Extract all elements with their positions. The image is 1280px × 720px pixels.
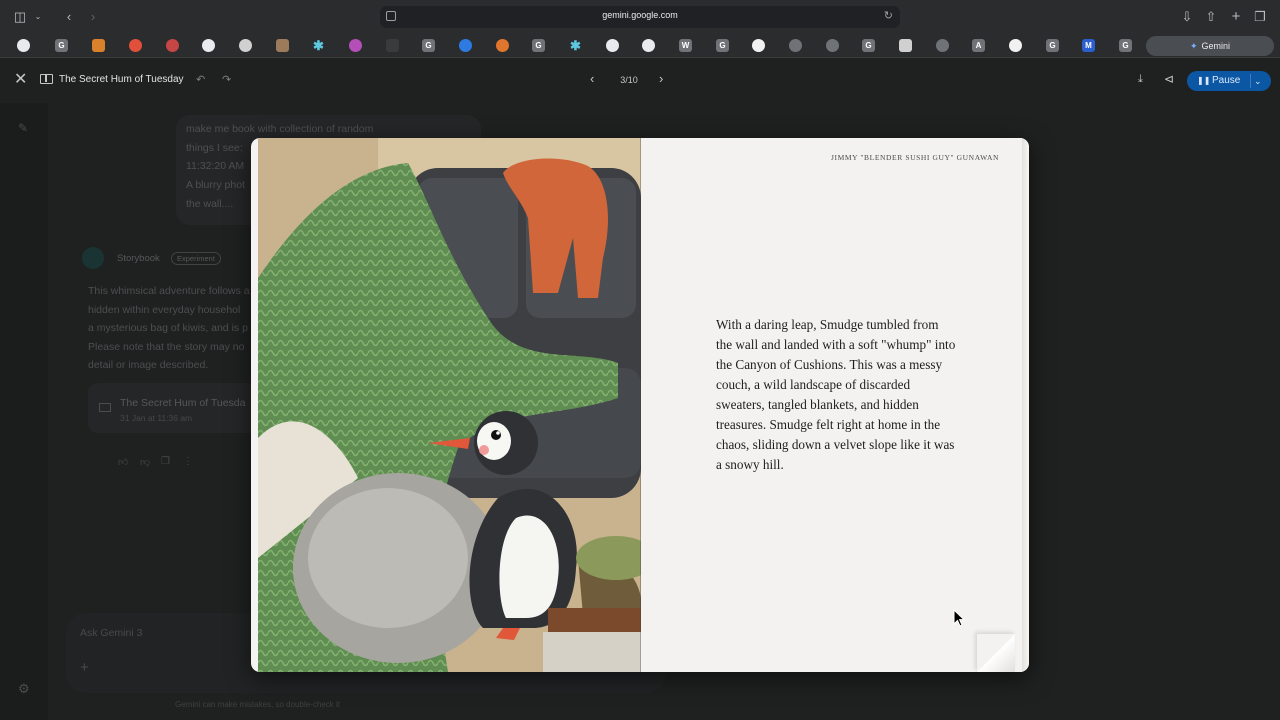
apple-icon[interactable]: [826, 39, 839, 52]
bookmark-camera-icon[interactable]: [239, 39, 252, 52]
user-message-line: the wall....: [186, 198, 234, 210]
storybook-spread: JIMMY "BLENDER SUSHI GUY" GUNAWAN With a…: [251, 138, 1029, 672]
chevron-left-icon[interactable]: ‹: [590, 71, 594, 86]
bookmark-dark-icon[interactable]: [386, 39, 399, 52]
tabs-icon[interactable]: ❐: [1253, 8, 1267, 26]
browser-toolbar: ◫ ⌄ ‹ › gemini.google.com ↻ ⇩ ⇧ + ❐: [0, 0, 1280, 34]
thumbs-up-icon[interactable]: 👍︎: [118, 456, 128, 468]
page-edge: [1022, 138, 1029, 672]
address-bar[interactable]: gemini.google.com ↻: [380, 6, 900, 28]
chevron-down-icon[interactable]: ⌄: [1254, 71, 1262, 91]
bookmark-a-icon[interactable]: A: [972, 39, 985, 52]
bookmarks-bar: G ✱ G G ✱ W G G A G M G ✦ Gemini: [0, 34, 1280, 58]
bookmark-m-icon[interactable]: M: [1082, 39, 1095, 52]
download-icon[interactable]: ⇩: [1180, 8, 1194, 26]
apple-icon[interactable]: [789, 39, 802, 52]
url-text: gemini.google.com: [602, 10, 678, 20]
more-icon[interactable]: ⋮: [183, 456, 193, 467]
github-icon[interactable]: [606, 39, 619, 52]
storybook-title: The Secret Hum of Tuesday: [59, 74, 184, 85]
asterisk-icon[interactable]: ✱: [569, 39, 582, 52]
gemini-spark-icon: ✦: [1189, 41, 1198, 51]
illustration-penguin-couch: [258, 138, 641, 672]
response-text: a mysterious bag of kiwis, and is p: [88, 322, 248, 334]
left-rail: ✎ ⚙: [0, 103, 48, 720]
storybook-card[interactable]: The Secret Hum of Tuesda 31 Jan at 11:36…: [88, 383, 258, 433]
copy-icon[interactable]: ❐: [161, 456, 170, 467]
disclaimer: Gemini can make mistakes, so double-chec…: [175, 700, 340, 709]
download-icon[interactable]: ⤓: [1138, 73, 1143, 86]
bookmark-g-icon[interactable]: G: [55, 39, 68, 52]
share-icon[interactable]: ⊲: [1164, 72, 1174, 86]
book-icon: [99, 403, 111, 412]
bookmark-g-icon[interactable]: G: [1119, 39, 1132, 52]
author-name: JIMMY "BLENDER SUSHI GUY" GUNAWAN: [831, 153, 999, 162]
bookmark-g-icon[interactable]: G: [532, 39, 545, 52]
forward-icon[interactable]: ›: [86, 8, 100, 26]
pause-button[interactable]: ❚❚ Pause ⌄: [1187, 71, 1271, 91]
response-name: Storybook: [117, 253, 160, 264]
page-indicator: 3/10: [620, 75, 638, 85]
button-divider: [1250, 74, 1251, 88]
card-date: 31 Jan at 11:36 am: [120, 413, 193, 423]
bookmark-g-icon[interactable]: G: [422, 39, 435, 52]
back-icon[interactable]: ‹: [62, 8, 76, 26]
github-icon[interactable]: [17, 39, 30, 52]
bookmark-grid-icon[interactable]: [899, 39, 912, 52]
asterisk-icon[interactable]: ✱: [312, 39, 325, 52]
apple-icon[interactable]: [936, 39, 949, 52]
card-title: The Secret Hum of Tuesda: [120, 397, 246, 409]
gemini-bookmark-label: Gemini: [1201, 41, 1231, 51]
bookmark-purple-icon[interactable]: [349, 39, 362, 52]
pause-label: Pause: [1212, 75, 1241, 86]
bookmark-circle-icon[interactable]: [752, 39, 765, 52]
close-icon[interactable]: ✕: [14, 72, 27, 88]
plus-icon[interactable]: +: [80, 659, 89, 676]
bookmark-red-icon[interactable]: [129, 39, 142, 52]
share-icon[interactable]: ⇧: [1204, 8, 1218, 26]
github-icon[interactable]: [202, 39, 215, 52]
storybook-header: ✕ The Secret Hum of Tuesday ↶ ↷ ‹ 3/10 ›…: [0, 59, 1280, 103]
sidebar-icon[interactable]: ◫: [12, 8, 28, 26]
github-icon[interactable]: [642, 39, 655, 52]
undo-icon[interactable]: ↶: [196, 73, 205, 86]
reload-icon[interactable]: ↻: [884, 9, 893, 22]
response-text: This whimsical adventure follows a: [88, 285, 250, 297]
user-message-line: A blurry phot: [186, 179, 245, 191]
bookmark-w-icon[interactable]: W: [679, 39, 692, 52]
bookmark-g-icon[interactable]: G: [716, 39, 729, 52]
plus-icon[interactable]: +: [1229, 8, 1243, 26]
thumbs-down-icon[interactable]: 👎︎: [140, 456, 150, 468]
bookmark-g-icon[interactable]: G: [1046, 39, 1059, 52]
bookmark-circle-icon[interactable]: [1009, 39, 1022, 52]
bookmark-orange-icon[interactable]: [92, 39, 105, 52]
prompt-placeholder: Ask Gemini 3: [80, 627, 143, 639]
chevron-down-icon[interactable]: ⌄: [33, 8, 43, 26]
chevron-right-icon[interactable]: ›: [659, 71, 663, 86]
bookmark-image-icon[interactable]: [276, 39, 289, 52]
bookmark-blue-icon[interactable]: [459, 39, 472, 52]
user-message-line: make me book with collection of random: [186, 123, 374, 135]
page-curl[interactable]: [977, 634, 1015, 672]
pause-icon: ❚❚: [1197, 76, 1211, 85]
gemini-bookmark[interactable]: ✦ Gemini: [1146, 36, 1274, 56]
gear-icon[interactable]: ⚙: [18, 681, 30, 697]
user-message-line: 11:32:20 AM: [186, 160, 245, 172]
response-text: detail or image described.: [88, 359, 209, 371]
book-icon: [40, 74, 53, 84]
story-illustration: [258, 138, 641, 672]
story-page: JIMMY "BLENDER SUSHI GUY" GUNAWAN With a…: [641, 138, 1022, 672]
redo-icon[interactable]: ↷: [222, 73, 231, 86]
response-text: Please note that the story may no: [88, 341, 245, 353]
user-message-line: things I see:: [186, 142, 243, 154]
storybook-icon: [82, 247, 104, 269]
bookmark-g-icon[interactable]: G: [862, 39, 875, 52]
bookmark-fire-icon[interactable]: [496, 39, 509, 52]
experiment-badge: Experiment: [171, 252, 221, 265]
bookmark-avatar-icon[interactable]: [166, 39, 179, 52]
story-text: With a daring leap, Smudge tumbled from …: [716, 317, 956, 472]
mouse-cursor-icon: [953, 609, 965, 627]
response-text: hidden within everyday househol: [88, 304, 241, 316]
edit-icon[interactable]: ✎: [18, 121, 28, 135]
